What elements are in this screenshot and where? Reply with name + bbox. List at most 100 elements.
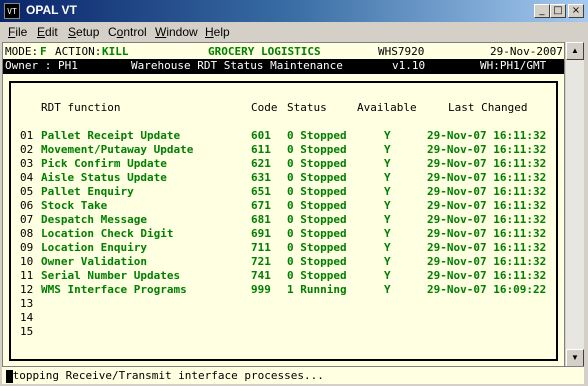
row-number: 06 xyxy=(20,199,34,212)
row-number: 02 xyxy=(20,143,34,156)
row-code: 651 xyxy=(251,185,271,198)
row-number: 13 xyxy=(20,297,34,310)
row-available: Y xyxy=(384,157,391,170)
row-function[interactable]: Location Enquiry xyxy=(41,241,147,255)
row-changed: 29-Nov-07 16:11:32 xyxy=(427,199,547,212)
row-function[interactable]: Despatch Message xyxy=(41,213,147,227)
row-function[interactable]: Movement/Putaway Update xyxy=(41,143,193,157)
row-number: 01 xyxy=(20,129,34,142)
row-function[interactable]: Pallet Receipt Update xyxy=(41,129,180,143)
row-available: Y xyxy=(384,255,391,268)
row-changed: 29-Nov-07 16:11:32 xyxy=(427,157,547,170)
row-code: 681 xyxy=(251,213,271,226)
close-button[interactable]: × xyxy=(568,4,584,18)
row-changed: 29-Nov-07 16:11:32 xyxy=(427,241,547,254)
row-code: 999 xyxy=(251,283,271,296)
minimize-button[interactable]: _ xyxy=(534,4,550,18)
mode-label: MODE: xyxy=(5,45,39,58)
row-function[interactable]: Pallet Enquiry xyxy=(41,185,134,199)
row-number: 15 xyxy=(20,325,34,338)
action-label: ACTION: xyxy=(55,45,102,58)
row-number: 08 xyxy=(20,227,34,240)
row-function[interactable]: Stock Take xyxy=(41,199,107,213)
menu-control[interactable]: Control xyxy=(108,25,147,39)
row-number: 03 xyxy=(20,157,34,170)
row-status: 0 Stopped xyxy=(287,157,347,170)
terminal-screen[interactable]: MODE: F ACTION: KILL GROCERY LOGISTICS W… xyxy=(2,42,565,367)
row-available: Y xyxy=(384,129,391,142)
row-changed: 29-Nov-07 16:11:32 xyxy=(427,213,547,226)
row-number: 14 xyxy=(20,311,34,324)
row-available: Y xyxy=(384,171,391,184)
row-changed: 29-Nov-07 16:11:32 xyxy=(427,143,547,156)
row-changed: 29-Nov-07 16:11:32 xyxy=(427,255,547,268)
row-number: 10 xyxy=(20,255,34,268)
row-function[interactable]: Owner Validation xyxy=(41,255,147,269)
menu-setup[interactable]: Setup xyxy=(68,25,99,39)
row-available: Y xyxy=(384,241,391,254)
menu-file[interactable]: File xyxy=(8,25,27,39)
title-bar[interactable]: VT OPAL VT _ □ × xyxy=(0,0,588,22)
row-code: 691 xyxy=(251,227,271,240)
version-label: v1.10 xyxy=(392,59,426,73)
status-line: Stopping Receive/Transmit interface proc… xyxy=(2,366,584,384)
row-function[interactable]: WMS Interface Programs xyxy=(41,283,187,297)
row-changed: 29-Nov-07 16:11:32 xyxy=(427,185,547,198)
row-number: 11 xyxy=(20,269,34,282)
row-available: Y xyxy=(384,283,391,296)
row-status: 0 Stopped xyxy=(287,213,347,226)
row-available: Y xyxy=(384,185,391,198)
row-number: 07 xyxy=(20,213,34,226)
menu-edit[interactable]: Edit xyxy=(37,25,58,39)
row-code: 601 xyxy=(251,129,271,142)
row-code: 611 xyxy=(251,143,271,156)
window-title: OPAL VT xyxy=(26,3,77,17)
row-status: 0 Stopped xyxy=(287,129,347,142)
row-changed: 29-Nov-07 16:11:32 xyxy=(427,171,547,184)
row-function[interactable]: Serial Number Updates xyxy=(41,269,180,283)
row-function[interactable]: Aisle Status Update xyxy=(41,171,167,185)
row-code: 671 xyxy=(251,199,271,212)
menu-help[interactable]: Help xyxy=(205,25,230,39)
row-changed: 29-Nov-07 16:11:32 xyxy=(427,227,547,240)
row-code: 721 xyxy=(251,255,271,268)
row-available: Y xyxy=(384,227,391,240)
col-header-status: Status xyxy=(287,101,327,114)
col-header-changed: Last Changed xyxy=(448,101,528,114)
row-status: 0 Stopped xyxy=(287,143,347,156)
row-changed: 29-Nov-07 16:11:32 xyxy=(427,269,547,282)
row-status: 0 Stopped xyxy=(287,255,347,268)
row-function[interactable]: Pick Confirm Update xyxy=(41,157,167,171)
row-number: 04 xyxy=(20,171,34,184)
menu-window[interactable]: Window xyxy=(155,25,198,39)
col-header-available: Available xyxy=(357,101,417,114)
row-status: 0 Stopped xyxy=(287,269,347,282)
row-status: 0 Stopped xyxy=(287,241,347,254)
vertical-scrollbar[interactable]: ▲ ▼ xyxy=(566,42,584,367)
row-code: 621 xyxy=(251,157,271,170)
row-code: 741 xyxy=(251,269,271,282)
maximize-button[interactable]: □ xyxy=(550,4,566,18)
row-status: 0 Stopped xyxy=(287,171,347,184)
app-icon[interactable]: VT xyxy=(4,3,20,19)
row-number: 12 xyxy=(20,283,34,296)
row-status: 0 Stopped xyxy=(287,199,347,212)
row-status: 0 Stopped xyxy=(287,227,347,240)
mode-value: F xyxy=(40,45,47,58)
header-date: 29-Nov-2007 xyxy=(490,45,563,58)
status-message: Stopping Receive/Transmit interface proc… xyxy=(6,369,324,382)
row-changed: 29-Nov-07 16:09:22 xyxy=(427,283,547,296)
row-status: 1 Running xyxy=(287,283,347,296)
warehouse-label: WH:PH1/GMT xyxy=(480,59,547,73)
menu-bar: File Edit Setup Control Window Help xyxy=(0,22,588,42)
row-available: Y xyxy=(384,199,391,212)
action-value: KILL xyxy=(102,45,129,58)
row-number: 09 xyxy=(20,241,34,254)
row-changed: 29-Nov-07 16:11:32 xyxy=(427,129,547,142)
scroll-down-button[interactable]: ▼ xyxy=(566,349,584,367)
row-function[interactable]: Location Check Digit xyxy=(41,227,173,241)
scroll-up-button[interactable]: ▲ xyxy=(566,42,584,60)
row-available: Y xyxy=(384,269,391,282)
col-header-code: Code xyxy=(251,101,278,114)
program-code: WHS7920 xyxy=(378,45,425,58)
